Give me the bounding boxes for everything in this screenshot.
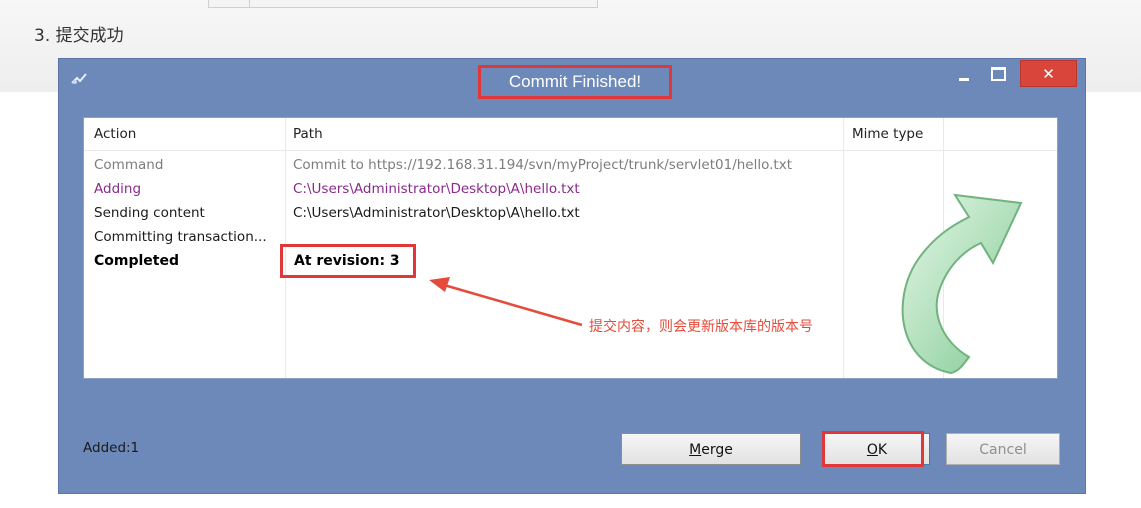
- added-count-status: Added:1: [83, 440, 140, 456]
- title-highlight-box: [478, 65, 672, 99]
- step-heading: 3. 提交成功: [34, 26, 124, 46]
- ok-highlight-box: [822, 431, 924, 467]
- merge-button-label: erge: [701, 442, 733, 458]
- commit-finished-dialog: Commit Finished! ✕ Action Path Mime type…: [58, 58, 1086, 494]
- green-curved-arrow-icon: [901, 193, 1023, 375]
- close-icon[interactable]: ✕: [1020, 60, 1077, 87]
- cancel-button[interactable]: Cancel: [946, 433, 1060, 465]
- merge-button-mnemonic: M: [689, 442, 702, 458]
- app-icon: [71, 71, 87, 90]
- maximize-icon[interactable]: [991, 67, 1006, 81]
- top-input-edge: [208, 0, 598, 8]
- minimize-icon[interactable]: [957, 69, 971, 83]
- annotation-text: 提交内容，则会更新版本库的版本号: [589, 319, 813, 335]
- merge-button[interactable]: Merge: [621, 433, 801, 465]
